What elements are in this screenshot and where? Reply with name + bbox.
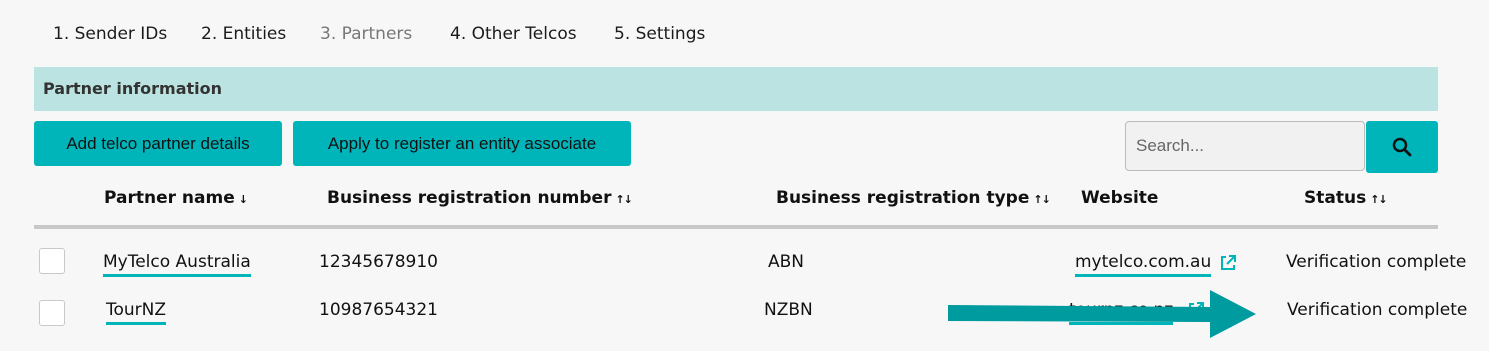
apply-entity-associate-button[interactable]: Apply to register an entity associate <box>293 121 631 166</box>
column-header-partner-name[interactable]: Partner name ↓ <box>104 188 248 208</box>
sort-icon[interactable]: ↑↓ <box>1370 193 1387 206</box>
status-cell: Verification complete <box>1287 300 1468 320</box>
sort-icon[interactable]: ↑↓ <box>615 193 632 206</box>
external-link-icon[interactable] <box>1220 255 1236 271</box>
brt-cell: NZBN <box>764 300 813 320</box>
row-checkbox[interactable] <box>39 248 65 274</box>
status-cell: Verification complete <box>1286 252 1467 272</box>
brt-cell: ABN <box>768 252 805 272</box>
partner-name-link[interactable]: TourNZ <box>106 300 167 325</box>
tab-other-telcos[interactable]: 4. Other Telcos <box>450 24 577 44</box>
search-button[interactable] <box>1366 121 1438 173</box>
column-header-status[interactable]: Status ↑↓ <box>1304 188 1388 208</box>
partner-name-link[interactable]: MyTelco Australia <box>103 252 251 277</box>
sort-icon[interactable]: ↑↓ <box>1033 193 1050 206</box>
section-title: Partner information <box>43 79 223 98</box>
tab-entities[interactable]: 2. Entities <box>201 24 286 44</box>
sort-desc-icon[interactable]: ↓ <box>239 193 248 206</box>
tab-sender-ids[interactable]: 1. Sender IDs <box>53 24 167 44</box>
website-link[interactable]: mytelco.com.au <box>1075 252 1212 277</box>
table-header-divider <box>34 225 1438 229</box>
section-header: Partner information <box>34 67 1438 111</box>
column-header-brt[interactable]: Business registration type ↑↓ <box>776 188 1051 208</box>
column-header-website: Website <box>1081 188 1159 208</box>
search-icon <box>1392 137 1412 157</box>
brn-cell: 12345678910 <box>319 252 438 272</box>
tab-settings[interactable]: 5. Settings <box>614 24 705 44</box>
search-input[interactable] <box>1125 121 1365 171</box>
arrow-right-icon <box>948 290 1256 338</box>
tab-partners[interactable]: 3. Partners <box>320 24 412 44</box>
row-checkbox[interactable] <box>39 300 65 326</box>
add-telco-partner-button[interactable]: Add telco partner details <box>34 121 282 166</box>
brn-cell: 10987654321 <box>319 300 438 320</box>
column-header-brn[interactable]: Business registration number ↑↓ <box>327 188 633 208</box>
